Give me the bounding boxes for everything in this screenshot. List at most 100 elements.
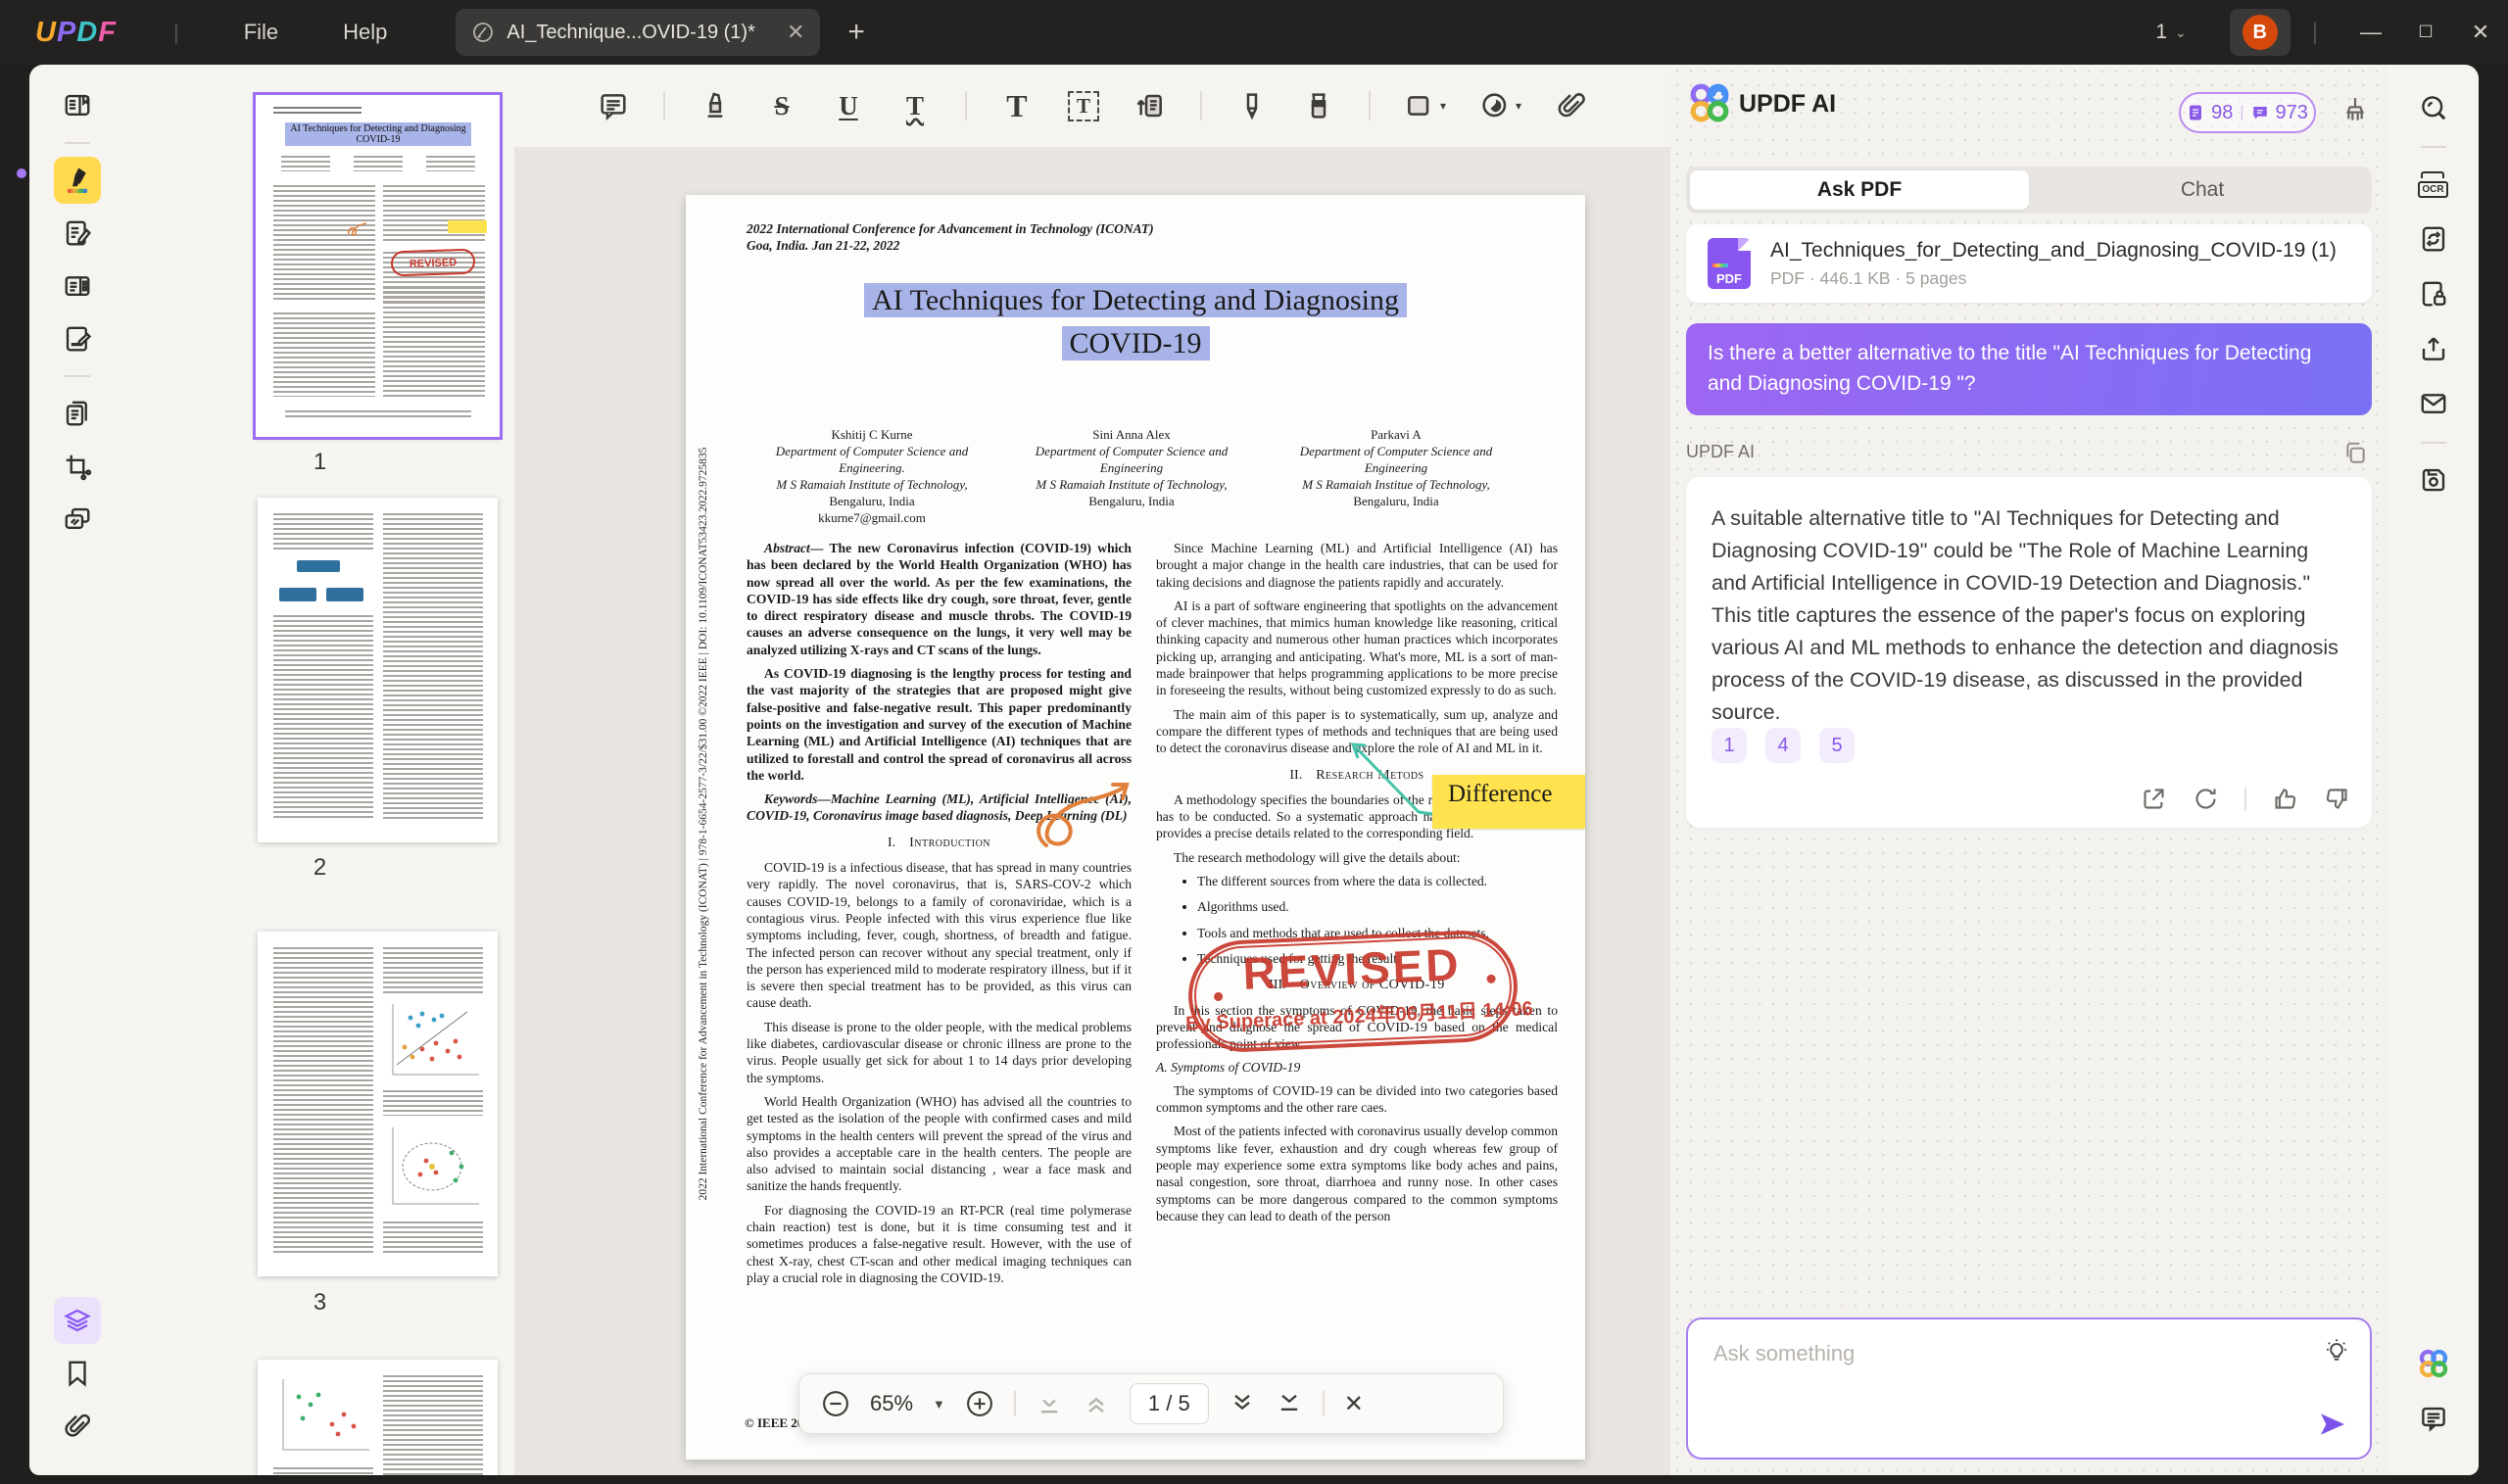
share-button[interactable] [2410,325,2457,372]
slides-icon [63,504,92,534]
thumbs-down-icon[interactable] [2324,786,2350,812]
crop-icon [63,452,92,481]
shapes-tool[interactable]: ▾ [1404,86,1446,125]
minimize-button[interactable]: — [2343,20,2398,45]
strikethrough-tool[interactable]: S [765,86,798,125]
titlebar-divider: | [2312,19,2318,46]
abstract-text: The new Coronavirus infection (COVID-19)… [747,541,1132,657]
revised-stamp-annotation[interactable]: REVISED By Superace at 2024年06月11日 14:06 [1186,929,1520,1055]
close-button[interactable]: ✕ [2453,20,2508,45]
thumbnail-page-2[interactable] [258,498,498,842]
new-tab-button[interactable]: + [847,16,865,49]
thumbnail-page-1[interactable]: AI Techniques for Detecting and Diagnosi… [256,95,500,437]
first-page-button[interactable] [1036,1390,1063,1417]
email-button[interactable] [2410,380,2457,427]
text-tool[interactable]: T [1000,86,1034,125]
page-ref-chip[interactable]: 5 [1819,728,1855,763]
ai-credits-badge[interactable]: 98 | 973 [2179,92,2316,133]
attachments-button[interactable] [54,1403,101,1450]
edit-mode-button[interactable] [54,210,101,257]
zoom-in-button[interactable] [965,1389,994,1418]
highlight-tool[interactable] [699,86,732,125]
close-zoombar-button[interactable]: ✕ [1344,1390,1364,1418]
pdf-page[interactable]: 2022 International Conference for Advanc… [686,195,1585,1460]
arrow-annotation[interactable] [1336,732,1444,822]
swirl-arrow-annotation[interactable] [1027,775,1140,861]
pdf-paragraph: Most of the patients infected with coron… [1156,1123,1558,1224]
window-page-indicator[interactable]: 1⌄ [2155,21,2186,44]
thumbnail-page-3[interactable] [258,932,498,1276]
answer-header-row: UPDF AI [1686,442,2372,467]
page-number-box[interactable]: 1 / 5 [1130,1383,1209,1424]
tab-chat[interactable]: Chat [2033,167,2372,214]
last-page-button[interactable] [1276,1390,1303,1417]
document-tab[interactable]: AI_Technique...OVID-19 (1)* ✕ [456,9,820,56]
ai-file-name: AI_Techniques_for_Detecting_and_Diagnosi… [1770,239,2337,263]
clear-chat-icon[interactable] [2339,94,2371,125]
next-page-button[interactable] [1229,1390,1256,1417]
attach-file-tool[interactable] [1555,86,1588,125]
mini-stamp: REVISED [391,249,476,277]
organize-pages-button[interactable] [54,263,101,310]
text-box-tool[interactable]: T [1067,86,1100,125]
page-ref-chip[interactable]: 4 [1765,728,1801,763]
pdf-header-line: 2022 International Conference for Advanc… [747,220,1154,237]
highlighter-icon [699,90,731,121]
menu-file[interactable]: File [244,20,278,45]
divider [65,142,90,144]
search-button[interactable] [2410,84,2457,131]
underline-tool[interactable]: U [832,86,865,125]
save-button[interactable] [2410,456,2457,503]
ask-input[interactable] [1688,1319,2370,1458]
thumbs-up-icon[interactable] [2272,786,2298,812]
zoom-dropdown-caret[interactable]: ▼ [933,1397,945,1412]
crop-button[interactable] [54,443,101,490]
tab-close-icon[interactable]: ✕ [787,20,804,45]
squiggly-underline-tool[interactable]: T [898,86,932,125]
previous-page-button[interactable] [1083,1390,1110,1417]
account-button[interactable]: B [2230,9,2291,56]
sticky-note-tool[interactable] [597,86,630,125]
ai-file-card[interactable]: PDF AI_Techniques_for_Detecting_and_Diag… [1686,224,2372,303]
bookmarks-button[interactable] [54,1350,101,1397]
zoom-out-button[interactable] [821,1389,850,1418]
protect-button[interactable] [2410,270,2457,317]
pdf-header-line: Goa, India. Jan 21-22, 2022 [747,237,1154,254]
ocr-button[interactable]: OCR [2410,161,2457,208]
ask-input-box[interactable] [1686,1317,2372,1460]
tab-ask-pdf[interactable]: Ask PDF [1690,170,2029,210]
comments-panel-button[interactable] [2410,1395,2457,1442]
reader-mode-button[interactable] [54,82,101,129]
logo-letter: D [76,17,98,48]
copy-icon[interactable] [2342,440,2368,465]
regenerate-icon[interactable] [2193,786,2219,812]
pencil-tool[interactable] [1235,86,1269,125]
sticky-note-annotation[interactable]: Difference [1432,775,1585,829]
pdf-bullet: The different sources from where the dat… [1197,873,1558,889]
updf-ai-button[interactable] [2410,1340,2457,1387]
tab-title: AI_Technique...OVID-19 (1)* [506,22,777,44]
note-text: Difference [1432,775,1585,808]
callout-tool[interactable] [1133,86,1167,125]
prompt-ideas-icon[interactable] [2323,1337,2350,1364]
thumbnail-page-4[interactable] [258,1360,498,1475]
sticker-tool[interactable]: ▾ [1479,86,1521,125]
zoom-level[interactable]: 65% [870,1391,913,1416]
comment-mode-button[interactable] [54,157,101,204]
menu-help[interactable]: Help [343,20,387,45]
convert-button[interactable] [2410,215,2457,263]
eraser-tool[interactable] [1302,86,1335,125]
thumbnail-preview [258,932,498,1276]
squiggly-glyph: T [906,91,924,121]
layers-panel-button[interactable] [54,1297,101,1344]
maximize-button[interactable]: ☐ [2398,23,2453,42]
fill-sign-button[interactable] [54,315,101,362]
slideshow-button[interactable] [54,496,101,543]
send-icon[interactable] [2317,1409,2348,1440]
pdf-paragraph: World Health Organization (WHO) has advi… [747,1093,1132,1195]
rectangle-shape-icon [1404,90,1435,121]
sticker-icon [1479,90,1511,121]
page-ref-chip[interactable]: 1 [1712,728,1747,763]
export-icon[interactable] [2141,786,2167,812]
pages-copy-button[interactable] [54,390,101,437]
